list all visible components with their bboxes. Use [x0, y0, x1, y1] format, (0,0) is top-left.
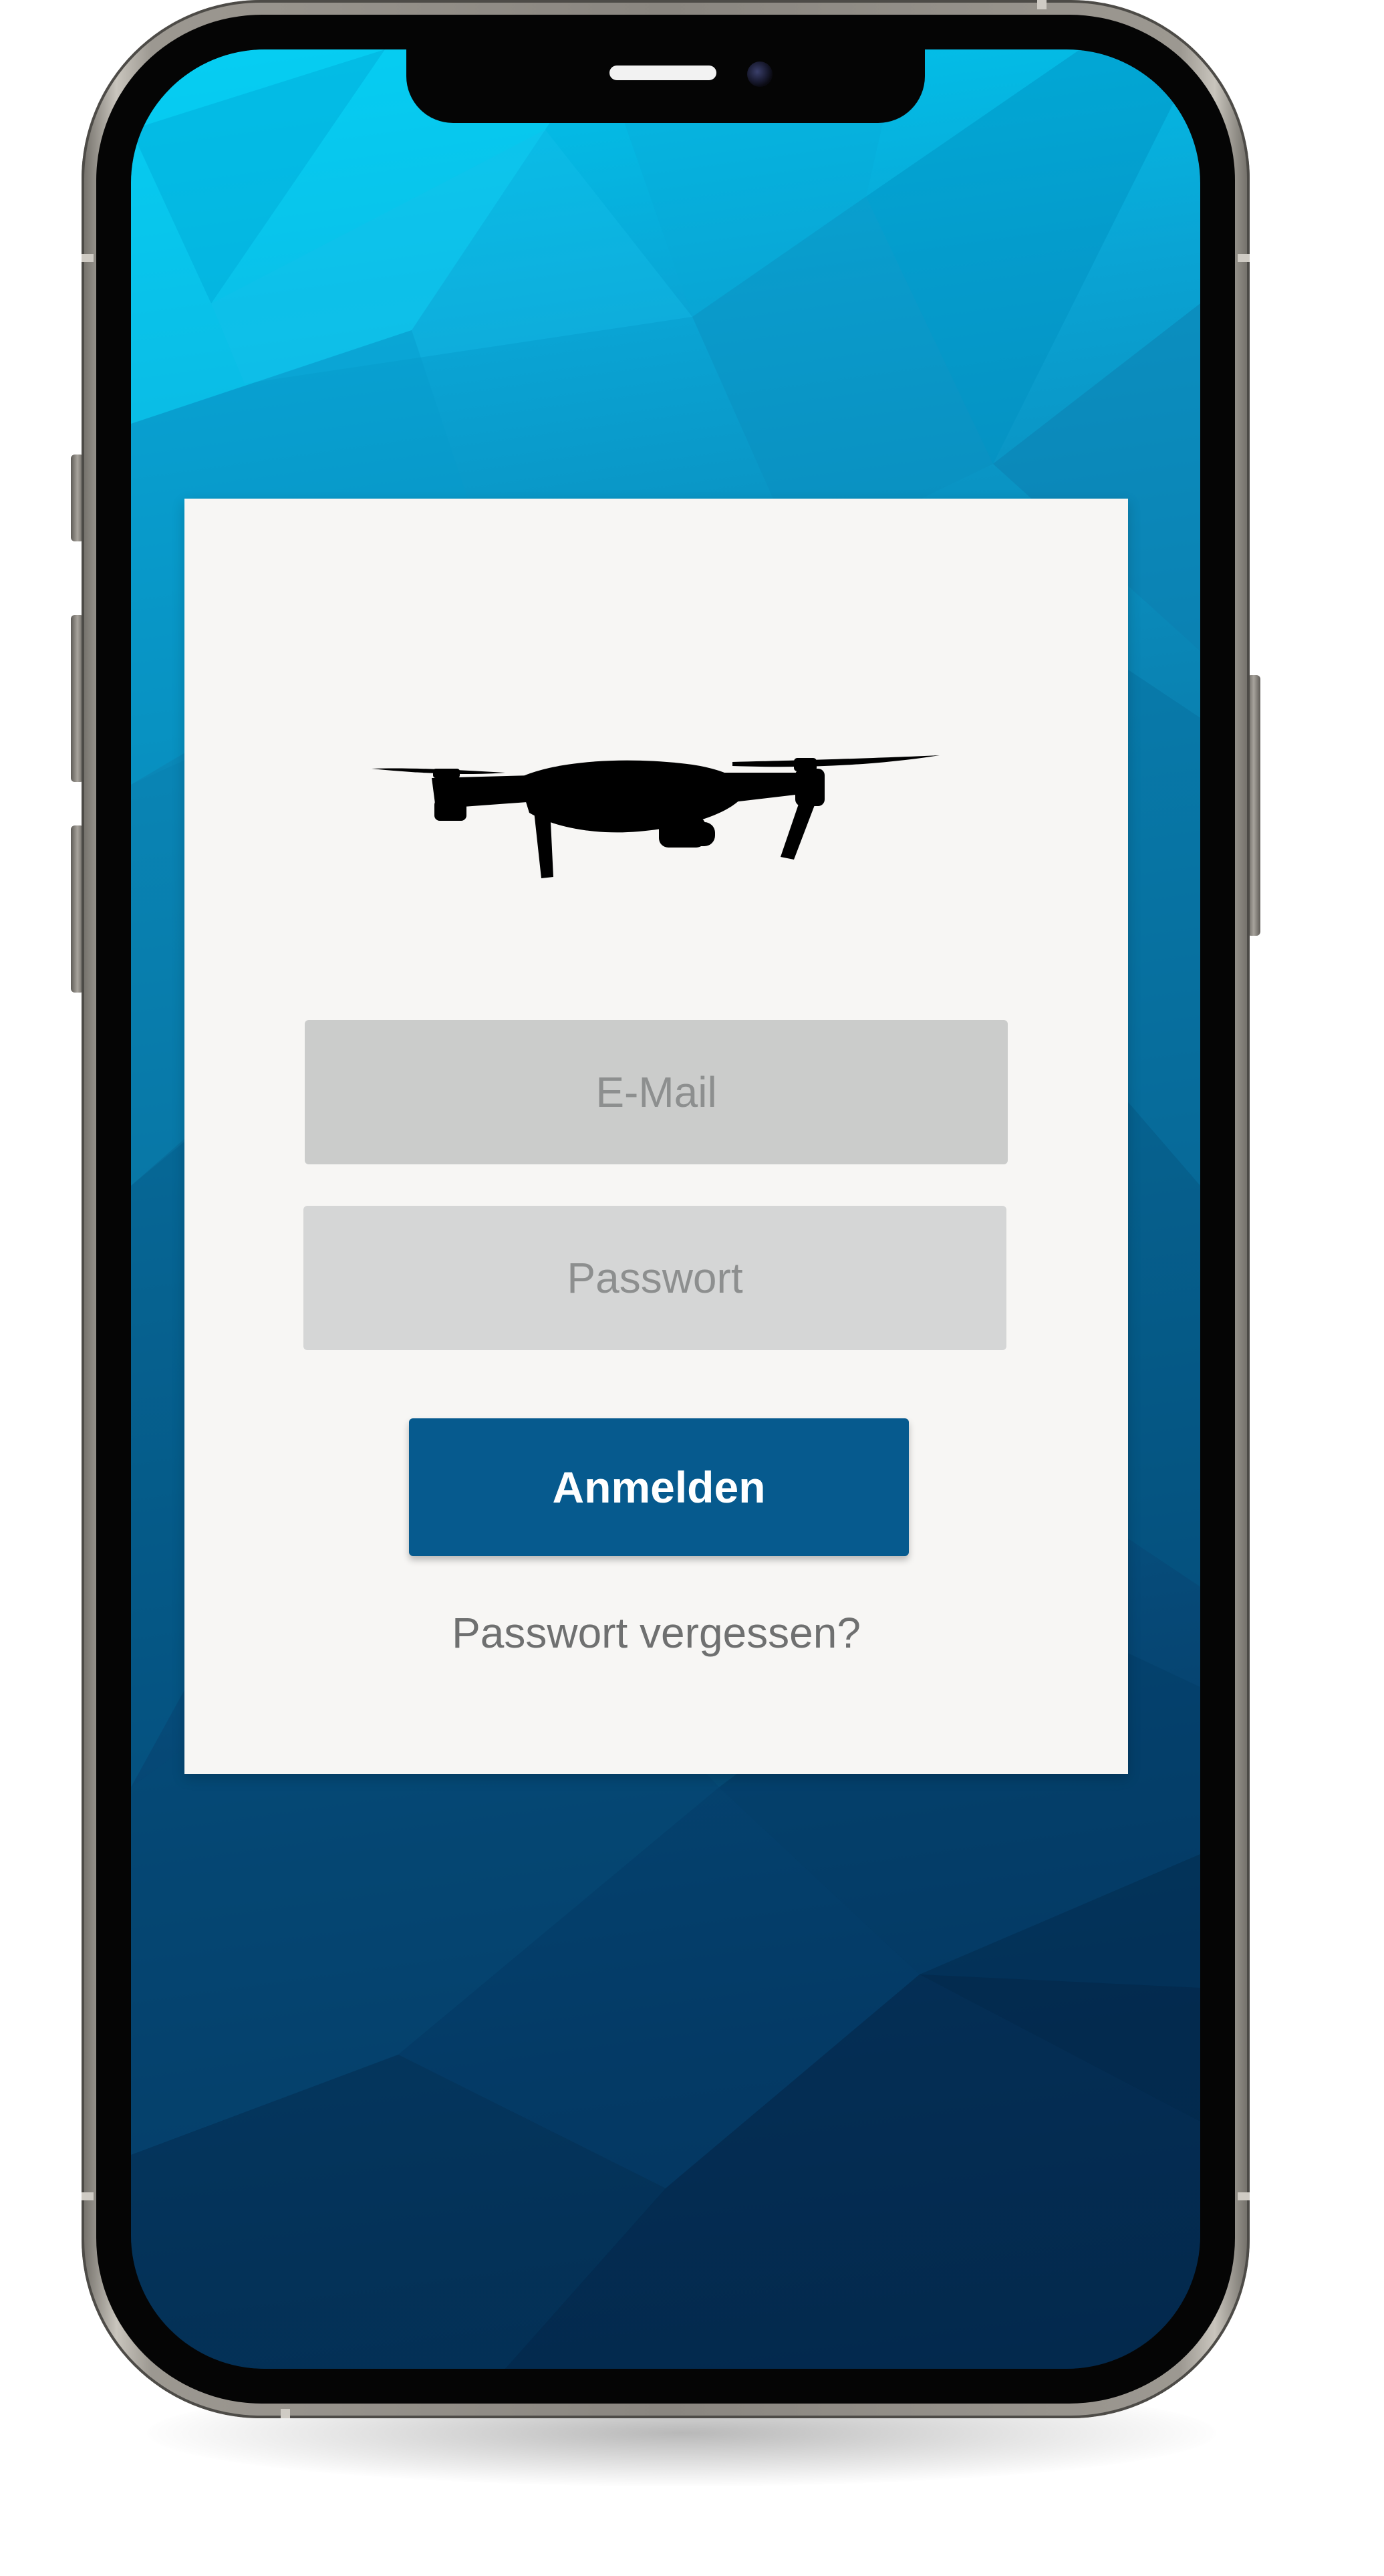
forgot-password-link[interactable]: Passwort vergessen?: [184, 1608, 1128, 1658]
notch: [406, 49, 925, 123]
password-field[interactable]: Passwort: [303, 1206, 1006, 1350]
antenna-line: [1238, 254, 1250, 262]
front-camera: [747, 61, 773, 87]
email-placeholder: E-Mail: [595, 1068, 717, 1116]
login-button[interactable]: Anmelden: [409, 1418, 909, 1556]
antenna-line: [1238, 2192, 1250, 2200]
antenna-line: [1037, 0, 1047, 9]
login-button-label: Anmelden: [552, 1462, 766, 1512]
antenna-line: [82, 254, 94, 262]
password-placeholder: Passwort: [567, 1254, 743, 1302]
earpiece-speaker: [609, 66, 716, 80]
antenna-line: [82, 2192, 94, 2200]
mockup-stage: E-Mail Passwort Anmelden Passwort verges…: [0, 0, 1384, 2576]
email-field[interactable]: E-Mail: [305, 1020, 1008, 1164]
login-card: E-Mail Passwort Anmelden Passwort verges…: [184, 499, 1128, 1774]
antenna-line: [281, 2409, 290, 2418]
drone-icon: [372, 755, 940, 878]
